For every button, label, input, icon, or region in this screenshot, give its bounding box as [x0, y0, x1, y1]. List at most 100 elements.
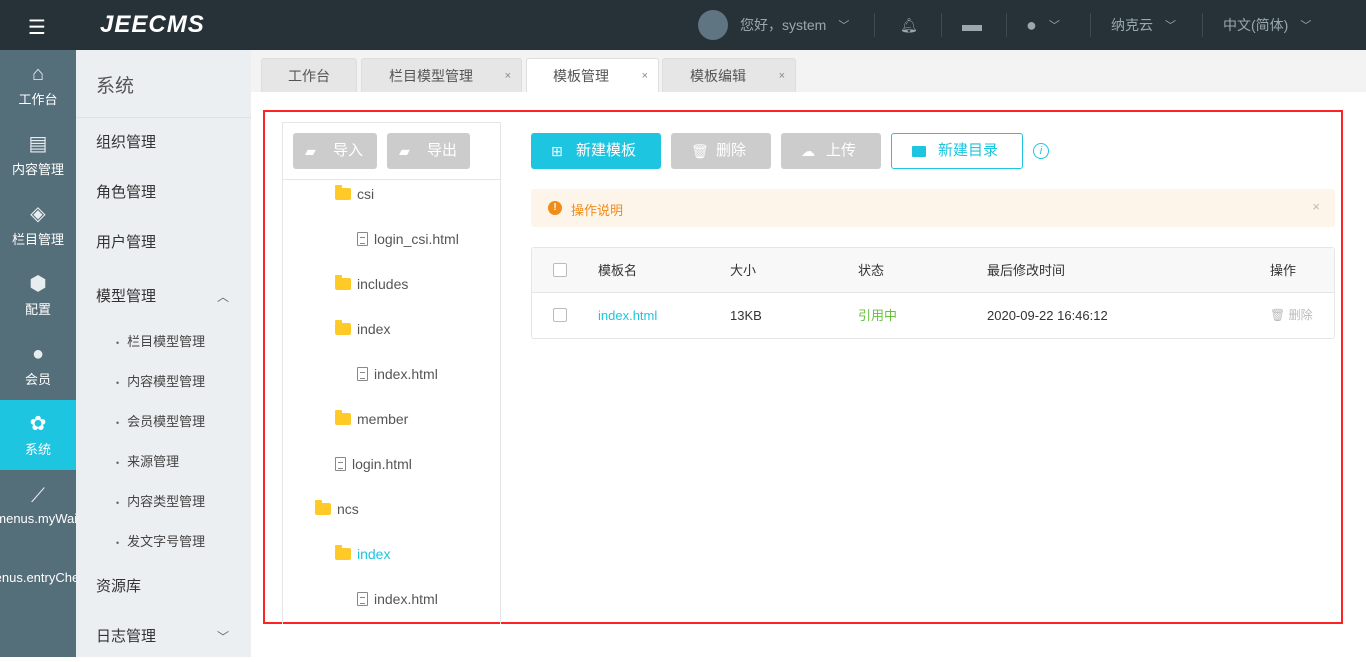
row-checkbox[interactable]	[553, 308, 567, 322]
sub-item-label: 模型管理	[96, 288, 157, 305]
menu-toggle-icon[interactable]: ☰	[28, 15, 46, 40]
template-table: 模板名 大小 状态 最后修改时间 操作 index.html 13KB 引用中 …	[531, 247, 1335, 339]
folder-icon	[335, 320, 351, 335]
tab-workbench[interactable]: 工作台	[261, 58, 357, 92]
rail-item-entry-check[interactable]: menus.entryCheck	[0, 540, 76, 610]
export-button[interactable]: ▰ 导出	[387, 133, 470, 169]
layers-icon: ◈	[30, 202, 46, 225]
delete-button[interactable]: 🗑︎ 删除	[671, 133, 771, 169]
folder-icon	[335, 410, 351, 425]
tab-label: 工作台	[288, 68, 330, 84]
new-template-button[interactable]: ⊞ 新建模板	[531, 133, 661, 169]
tab-label: 模板编辑	[690, 68, 746, 84]
language-menu[interactable]: 中文(简体) ﹀	[1223, 0, 1311, 50]
tab-template-edit[interactable]: 模板编辑 ×	[662, 58, 796, 92]
chevron-down-icon: ﹀	[216, 630, 229, 644]
tree-folder[interactable]: ncs	[315, 499, 359, 519]
sub-item-log[interactable]: 日志管理 ﹀	[76, 612, 251, 662]
upload-button[interactable]: ☁ 上传	[781, 133, 881, 169]
logo: JEECMS	[100, 11, 205, 38]
bell-icon[interactable]: 🔔︎	[900, 0, 918, 50]
rail-item-member[interactable]: ● 会员	[0, 330, 76, 400]
rail-item-content[interactable]: ▤ 内容管理	[0, 120, 76, 190]
folder-export-icon: ▰	[399, 143, 410, 159]
greeting: 您好，system	[740, 17, 827, 33]
close-icon[interactable]: ×	[1312, 199, 1320, 214]
folder-icon	[912, 146, 926, 157]
tree-file[interactable]: login.html	[335, 454, 412, 474]
tree-file[interactable]: index.html	[357, 589, 438, 609]
button-label: 导出	[427, 142, 458, 159]
sub-item[interactable]: 角色管理	[76, 168, 251, 218]
tree-file[interactable]: login_csi.html	[357, 229, 459, 249]
rail-label: 栏目管理	[11, 231, 64, 247]
file-icon	[335, 457, 346, 471]
tree-node-label: csi	[357, 186, 375, 202]
status-cell: 引用中	[858, 308, 898, 323]
sub-item-model[interactable]: 模型管理 ︿	[76, 272, 251, 322]
theme-menu[interactable]: ● ﹀	[1026, 0, 1060, 50]
file-tree-panel: ▰ 导入 ▰ 导出 csi login_csi.html includes index in…	[282, 122, 501, 624]
tree-folder[interactable]: index	[335, 319, 390, 339]
folder-icon	[315, 500, 331, 515]
rail-label: menus.entryCheck	[0, 569, 76, 585]
tree-folder[interactable]: includes	[335, 274, 408, 294]
sub-item[interactable]: 用户管理	[76, 218, 251, 268]
rail-item-config[interactable]: ⬢ 配置	[0, 260, 76, 330]
site-menu[interactable]: 纳克云 ﹀	[1111, 0, 1176, 50]
tree-folder[interactable]: csi	[335, 184, 374, 204]
modified-cell: 2020-09-22 16:46:12	[987, 308, 1108, 323]
file-icon	[357, 367, 368, 381]
sub-sub-item[interactable]: 发文字号管理	[76, 522, 251, 562]
sub-item[interactable]: 资源库	[76, 562, 251, 612]
import-button[interactable]: ▰ 导入	[293, 133, 377, 169]
sub-sub-item[interactable]: 来源管理	[76, 442, 251, 482]
rail-item-workbench[interactable]: ⌂ 工作台	[0, 50, 76, 120]
warning-icon: !	[548, 201, 562, 215]
column-header: 最后修改时间	[987, 263, 1066, 278]
sub-sub-item[interactable]: 内容类型管理	[76, 482, 251, 522]
chevron-down-icon: ﹀	[1048, 20, 1060, 32]
folder-icon	[335, 185, 351, 200]
info-icon[interactable]: i	[1033, 143, 1049, 159]
tree-node-label: member	[357, 411, 409, 427]
monitor-icon[interactable]: ▬	[962, 0, 982, 50]
new-directory-button[interactable]: 新建目录	[891, 133, 1023, 169]
tree-file[interactable]: index.html	[357, 364, 438, 384]
tab-template-manage[interactable]: 模板管理 ×	[526, 58, 659, 92]
button-label: 导入	[333, 142, 364, 159]
row-delete-button[interactable]: 🗑︎ 删除	[1270, 293, 1313, 338]
user-menu[interactable]: 您好，system ﹀	[698, 0, 849, 50]
sub-nav: 系统 组织管理 角色管理 用户管理 模型管理 ︿ 栏目模型管理 内容模型管理 会员…	[76, 50, 251, 657]
rail-item-my-wait[interactable]: ⟋ menus.myWait	[0, 470, 76, 540]
main-nav: ⌂ 工作台 ▤ 内容管理 ◈ 栏目管理 ⬢ 配置 ● 会员 ✿ 系统 ⟋ menus.myWa…	[0, 50, 76, 657]
template-name-link[interactable]: index.html	[598, 293, 657, 338]
button-label: 新建目录	[938, 142, 999, 159]
rail-label: 配置	[24, 301, 51, 317]
select-all-checkbox[interactable]	[553, 263, 567, 277]
close-icon[interactable]: ×	[642, 59, 648, 93]
table-header: 模板名 大小 状态 最后修改时间 操作	[532, 248, 1334, 293]
chevron-down-icon: ﹀	[838, 20, 850, 32]
column-header: 状态	[858, 263, 885, 278]
sub-sub-item[interactable]: 栏目模型管理	[76, 322, 251, 362]
sub-sub-item[interactable]: 会员模型管理	[76, 402, 251, 442]
site-label: 纳克云	[1111, 17, 1153, 33]
sub-sub-item[interactable]: 内容模型管理	[76, 362, 251, 402]
tab-channel-model[interactable]: 栏目模型管理 ×	[361, 58, 522, 92]
size-cell: 13KB	[730, 308, 762, 323]
tree-folder[interactable]: member	[335, 409, 408, 429]
chevron-up-icon: ︿	[216, 290, 229, 304]
sub-item[interactable]: 组织管理	[76, 118, 251, 168]
rail-label: menus.myWait	[0, 510, 76, 526]
button-label: 删除	[1288, 308, 1313, 322]
rail-item-system[interactable]: ✿ 系统	[0, 400, 76, 470]
close-icon[interactable]: ×	[505, 59, 511, 93]
member-icon: ●	[31, 342, 45, 365]
tree-node-label: includes	[357, 276, 409, 292]
tree-node-label: index.html	[374, 591, 438, 607]
close-icon[interactable]: ×	[779, 59, 785, 93]
alert-text[interactable]: 操作说明	[571, 200, 623, 219]
rail-item-channel[interactable]: ◈ 栏目管理	[0, 190, 76, 260]
tree-folder[interactable]: index	[335, 544, 390, 564]
